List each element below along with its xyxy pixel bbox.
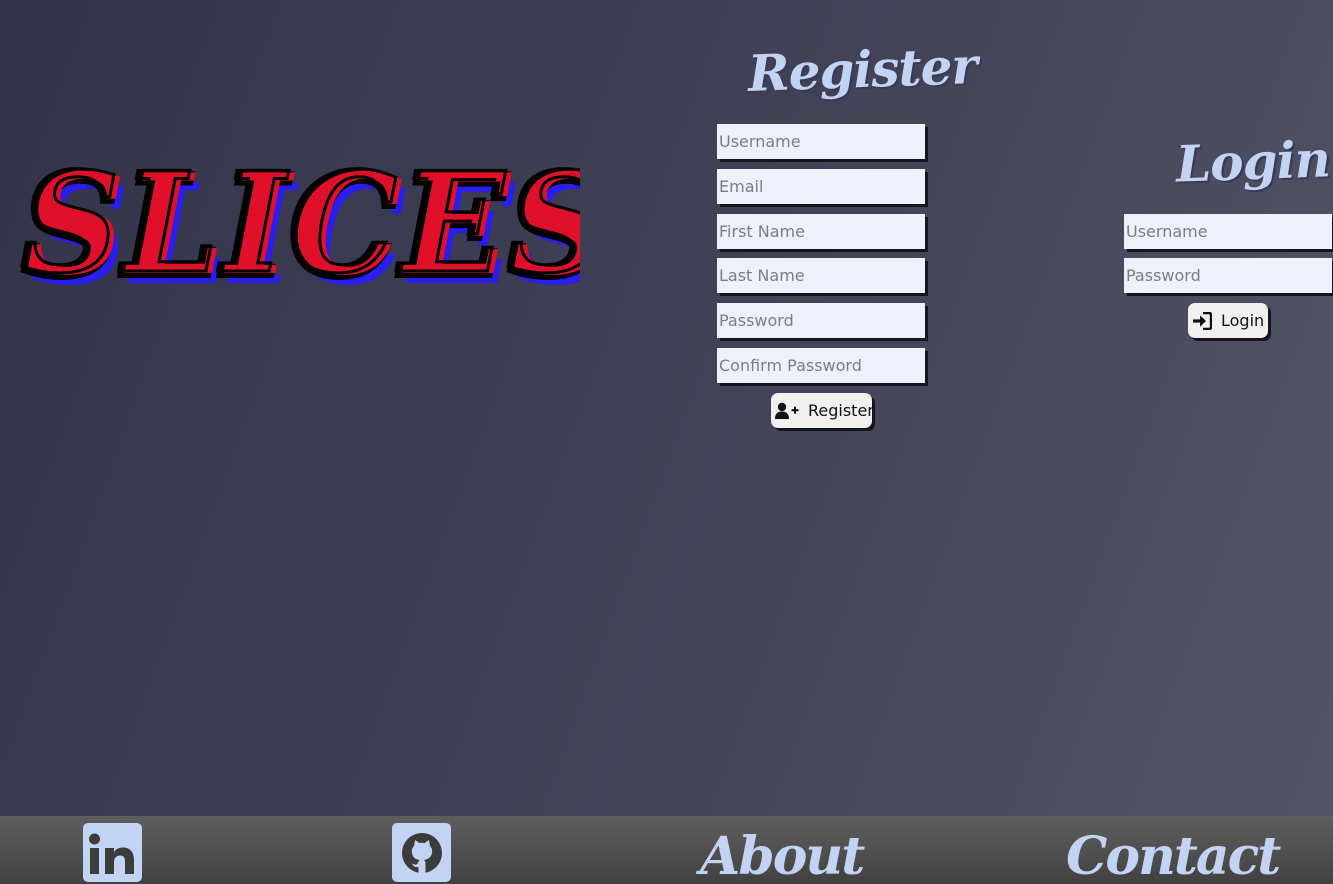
- slices-logo: SLICES SLICES SLICES SLICES: [20, 140, 580, 320]
- login-button[interactable]: Login: [1188, 303, 1268, 338]
- register-button[interactable]: Register: [771, 393, 874, 428]
- login-heading: Login: [1175, 129, 1331, 194]
- about-link[interactable]: About: [700, 826, 865, 884]
- login-username-input[interactable]: [1124, 214, 1332, 249]
- register-last-name-input[interactable]: [717, 258, 925, 293]
- register-email-input[interactable]: [717, 169, 925, 204]
- register-confirm-password-input[interactable]: [717, 348, 925, 383]
- register-username-input[interactable]: [717, 124, 925, 159]
- login-button-label: Login: [1221, 311, 1265, 330]
- sign-in-icon: [1192, 311, 1212, 330]
- register-button-label: Register: [808, 401, 874, 420]
- github-icon[interactable]: [392, 823, 451, 882]
- user-plus-icon: [775, 402, 799, 420]
- logo-text: SLICES: [20, 141, 580, 304]
- register-first-name-input[interactable]: [717, 214, 925, 249]
- register-password-input[interactable]: [717, 303, 925, 338]
- register-heading: Register: [747, 36, 978, 103]
- footer: About Contact: [0, 816, 1333, 884]
- contact-link[interactable]: Contact: [1066, 826, 1281, 884]
- login-password-input[interactable]: [1124, 258, 1332, 293]
- logo-graphic: SLICES SLICES SLICES SLICES: [20, 140, 580, 316]
- linkedin-icon[interactable]: [83, 823, 142, 882]
